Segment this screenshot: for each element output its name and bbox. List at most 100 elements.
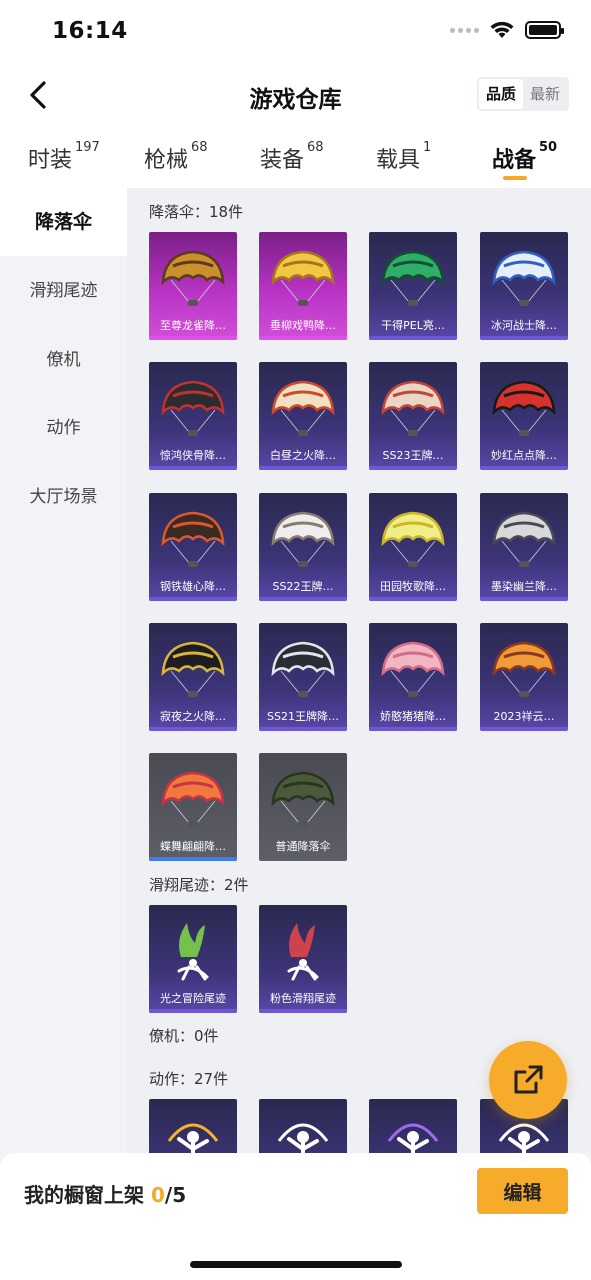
parachute-card[interactable]: SS23王牌…: [369, 362, 457, 470]
parachute-card[interactable]: 妙红点点降…: [480, 362, 568, 470]
parachute-icon: [492, 511, 556, 567]
battery-icon: [525, 21, 564, 39]
parachute-icon: [271, 250, 335, 306]
tab-battle-gear[interactable]: 战备50: [492, 140, 557, 174]
emote-card[interactable]: [259, 1099, 347, 1153]
sort-latest-button[interactable]: 最新: [523, 79, 567, 109]
item-name: 惊鸿侠骨降…: [160, 449, 226, 462]
item-name: 至尊龙雀降…: [160, 319, 226, 332]
tab-fashion[interactable]: 时装197: [28, 140, 100, 174]
parachute-icon: [271, 511, 335, 567]
rarity-bar: [149, 727, 237, 731]
nav-bar: 游戏仓库 品质 最新: [0, 64, 591, 126]
parachute-card[interactable]: 寂夜之火降…: [149, 623, 237, 731]
rarity-bar: [480, 466, 568, 470]
tab-vehicles[interactable]: 载具1: [376, 140, 431, 174]
rarity-bar: [259, 1009, 347, 1013]
rarity-bar: [369, 727, 457, 731]
signal-icon: [450, 27, 479, 33]
item-name: SS23王牌…: [382, 449, 444, 462]
emote-icon: [167, 1123, 219, 1153]
emote-card[interactable]: [369, 1099, 457, 1153]
sidebar-item-wingman[interactable]: 僚机: [0, 326, 127, 394]
tab-weapons[interactable]: 枪械68: [144, 140, 208, 174]
parachute-icon: [271, 380, 335, 436]
home-indicator: [190, 1261, 402, 1268]
rarity-bar: [149, 336, 237, 340]
sidebar-item-glide-trail[interactable]: 滑翔尾迹: [0, 257, 127, 325]
emote-card[interactable]: [149, 1099, 237, 1153]
parachute-icon: [381, 511, 445, 567]
parachute-card[interactable]: 垂柳戏鸭降…: [259, 232, 347, 340]
parachute-icon: [161, 641, 225, 697]
parachute-icon: [271, 771, 335, 827]
parachute-icon: [492, 641, 556, 697]
parachute-card[interactable]: 2023祥云…: [480, 623, 568, 731]
status-icons: [450, 20, 564, 40]
parachute-card[interactable]: SS21王牌降…: [259, 623, 347, 731]
wifi-icon: [490, 21, 514, 38]
rarity-bar: [259, 727, 347, 731]
parachute-card[interactable]: 惊鸿侠骨降…: [149, 362, 237, 470]
sort-toggle: 品质 最新: [476, 77, 569, 111]
edit-button[interactable]: 编辑: [477, 1168, 568, 1214]
parachute-icon: [492, 250, 556, 306]
rarity-bar: [369, 466, 457, 470]
glide-trail-icon: [287, 923, 319, 981]
showcase-count: 0: [150, 1183, 165, 1207]
item-content: 降落伞：18件 滑翔尾迹：2件 僚机：0件 动作：27件 至尊龙雀降… 垂柳戏鸭降…: [127, 188, 591, 1153]
parachute-card[interactable]: 普通降落伞: [259, 753, 347, 861]
sidebar-item-emote[interactable]: 动作: [0, 394, 127, 462]
parachute-card[interactable]: 白昼之火降…: [259, 362, 347, 470]
rarity-bar: [259, 466, 347, 470]
rarity-bar: [259, 336, 347, 340]
item-name: 垂柳戏鸭降…: [270, 319, 336, 332]
parachute-card[interactable]: 干得PEL亮…: [369, 232, 457, 340]
parachute-icon: [381, 380, 445, 436]
parachute-card[interactable]: 冰河战士降…: [480, 232, 568, 340]
item-name: SS21王牌降…: [267, 710, 339, 723]
parachute-card[interactable]: 蝶舞翩翩降…: [149, 753, 237, 861]
parachute-card[interactable]: SS22王牌…: [259, 493, 347, 601]
parachute-card[interactable]: 至尊龙雀降…: [149, 232, 237, 340]
rarity-bar: [480, 336, 568, 340]
share-button[interactable]: [489, 1041, 567, 1119]
rarity-bar: [149, 597, 237, 601]
active-tab-indicator: [503, 176, 527, 180]
tab-equipment[interactable]: 装备68: [260, 140, 324, 174]
item-name: 墨染幽兰降…: [491, 580, 557, 593]
item-name: 粉色滑翔尾迹: [270, 992, 336, 1005]
item-name: 蝶舞翩翩降…: [160, 840, 226, 853]
item-name: 田园牧歌降…: [380, 580, 446, 593]
rarity-bar: [149, 466, 237, 470]
parachute-card[interactable]: 田园牧歌降…: [369, 493, 457, 601]
emote-icon: [277, 1123, 329, 1153]
glide-trail-card[interactable]: 光之冒险尾迹: [149, 905, 237, 1013]
rarity-bar: [480, 727, 568, 731]
parachute-icon: [161, 511, 225, 567]
rarity-bar: [480, 597, 568, 601]
share-icon: [514, 1065, 543, 1094]
glide-trail-card[interactable]: 粉色滑翔尾迹: [259, 905, 347, 1013]
sidebar-item-parachute[interactable]: 降落伞: [0, 188, 127, 256]
sort-quality-button[interactable]: 品质: [478, 79, 523, 109]
item-name: 妙红点点降…: [491, 449, 557, 462]
showcase-total: /5: [164, 1183, 187, 1207]
category-tabs: 时装197 枪械68 装备68 载具1 战备50: [0, 126, 591, 188]
sidebar-item-lobby-scene[interactable]: 大厅场景: [0, 463, 127, 531]
item-name: 寂夜之火降…: [160, 710, 226, 723]
status-bar: 16:14: [0, 0, 591, 64]
rarity-bar: [149, 1009, 237, 1013]
parachute-icon: [161, 771, 225, 827]
item-name: 钢铁雄心降…: [160, 580, 226, 593]
section-title-glide-trail: 滑翔尾迹：2件: [149, 876, 249, 894]
item-name: 干得PEL亮…: [381, 319, 445, 332]
parachute-icon: [271, 641, 335, 697]
section-title-wingman: 僚机：0件: [149, 1027, 219, 1045]
parachute-card[interactable]: 墨染幽兰降…: [480, 493, 568, 601]
parachute-icon: [381, 250, 445, 306]
parachute-card[interactable]: 娇憨猪猪降…: [369, 623, 457, 731]
glide-trail-icon: [177, 923, 209, 981]
parachute-card[interactable]: 钢铁雄心降…: [149, 493, 237, 601]
rarity-bar: [259, 597, 347, 601]
